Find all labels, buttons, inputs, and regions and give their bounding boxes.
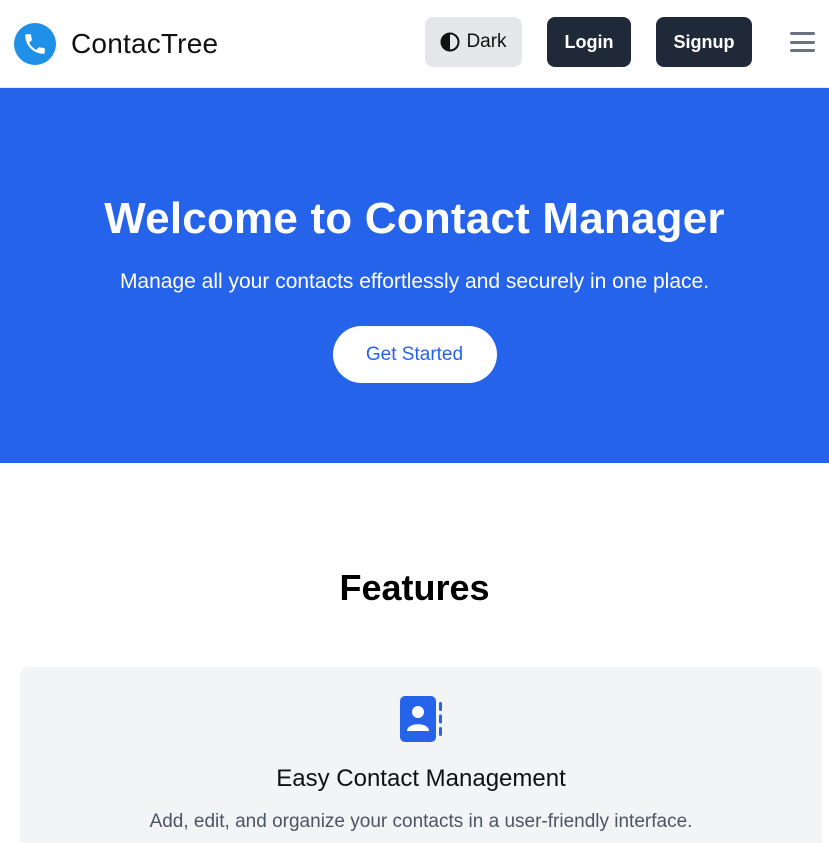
feature-card: Easy Contact Management Add, edit, and o… bbox=[20, 667, 822, 843]
feature-title: Easy Contact Management bbox=[276, 765, 566, 792]
nav-actions: Dark Login Signup bbox=[425, 17, 752, 67]
feature-description: Add, edit, and organize your contacts in… bbox=[149, 811, 693, 832]
login-button[interactable]: Login bbox=[547, 17, 631, 67]
address-book-icon bbox=[398, 695, 444, 743]
contrast-icon bbox=[440, 32, 460, 52]
navbar: ContacTree Dark Login Signup bbox=[0, 0, 829, 88]
theme-toggle-label: Dark bbox=[466, 31, 507, 52]
features-section: Features Easy Contact Management Add, ed… bbox=[0, 463, 829, 843]
phone-icon bbox=[14, 22, 56, 65]
hero-title: Welcome to Contact Manager bbox=[104, 194, 725, 243]
get-started-button[interactable]: Get Started bbox=[332, 326, 497, 383]
hero-subtitle: Manage all your contacts effortlessly an… bbox=[119, 270, 710, 293]
brand-name: ContacTree bbox=[71, 27, 219, 59]
signup-button[interactable]: Signup bbox=[656, 17, 752, 67]
hamburger-menu-icon[interactable] bbox=[790, 30, 815, 54]
features-heading: Features bbox=[339, 567, 490, 608]
hero-section: Welcome to Contact Manager Manage all yo… bbox=[0, 88, 829, 463]
brand[interactable]: ContacTree bbox=[14, 22, 219, 65]
theme-toggle-button[interactable]: Dark bbox=[425, 17, 522, 67]
